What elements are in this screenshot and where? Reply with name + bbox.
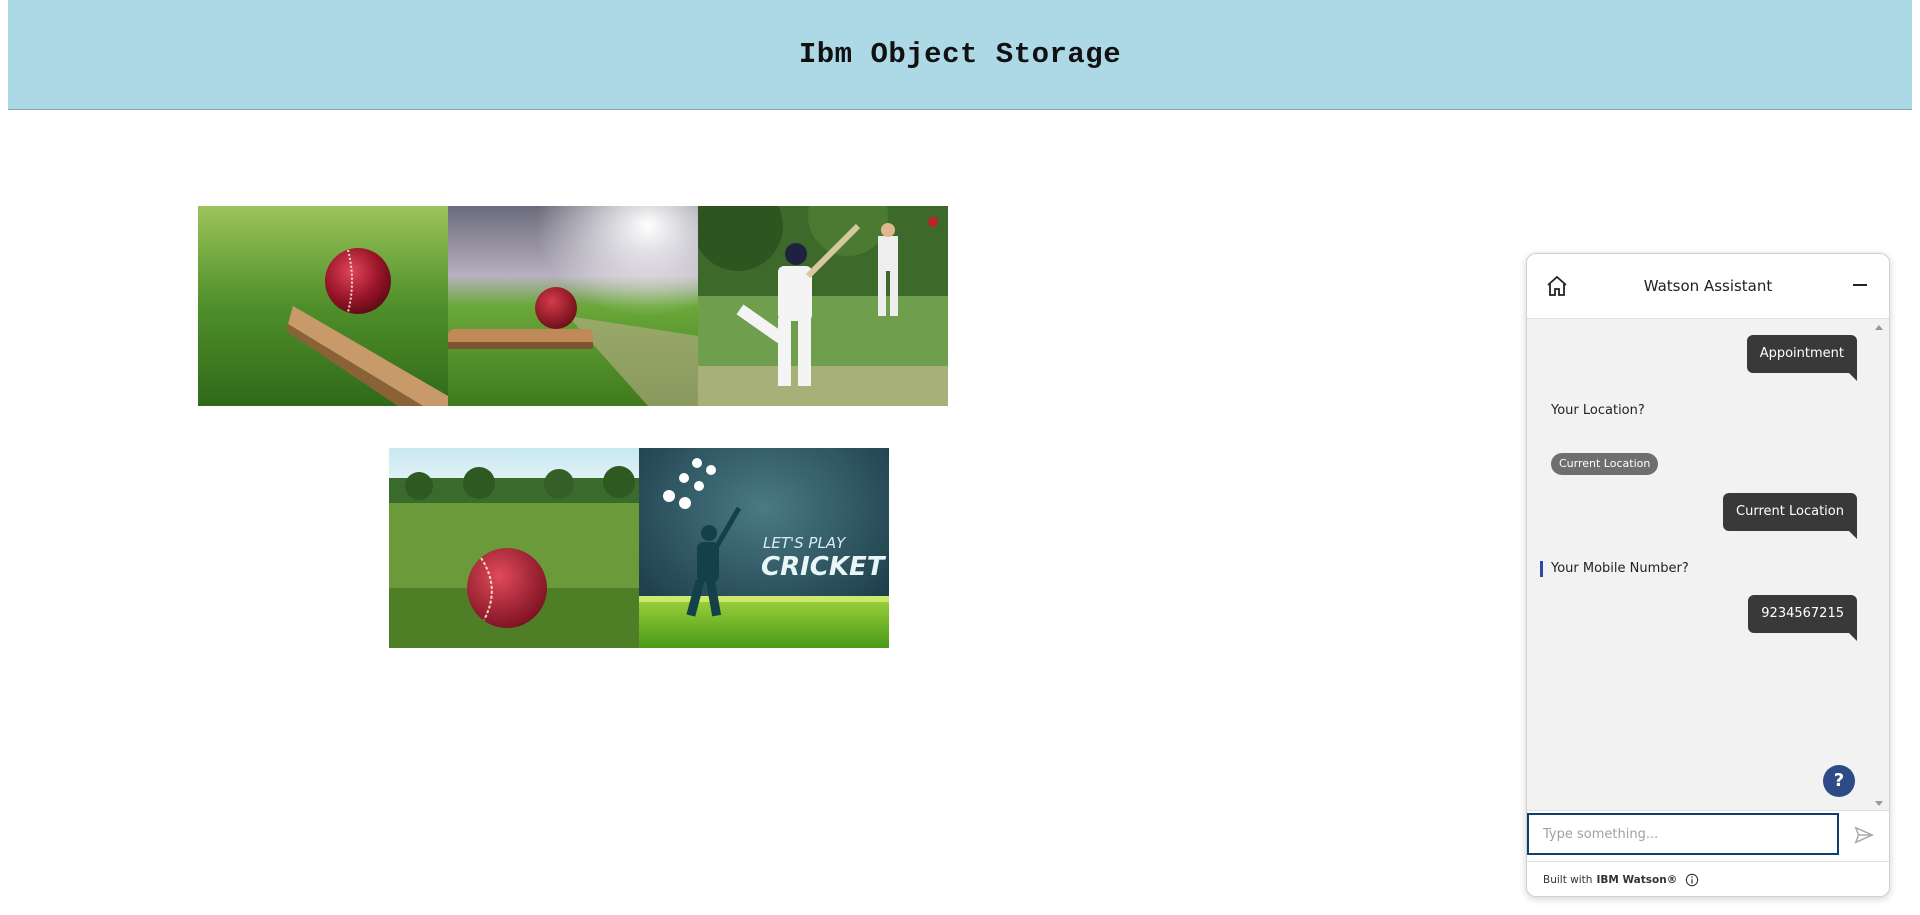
info-icon[interactable] <box>1685 873 1699 887</box>
image-cricket-batsman-playing <box>698 206 948 406</box>
chat-header: Watson Assistant <box>1527 254 1889 319</box>
chat-title: Watson Assistant <box>1643 277 1773 295</box>
chat-message-input[interactable] <box>1527 813 1839 855</box>
user-message: Current Location <box>1723 493 1857 539</box>
page-header: Ibm Object Storage <box>8 0 1912 110</box>
brand-label: IBM Watson® <box>1596 873 1678 886</box>
image-cricket-ball-on-bat-grass <box>198 206 448 406</box>
bot-message: Your Location? <box>1551 403 1645 418</box>
help-icon[interactable]: ? <box>1823 765 1855 797</box>
minimize-icon[interactable] <box>1853 284 1867 286</box>
built-with-label: Built with <box>1543 873 1593 886</box>
home-icon[interactable] <box>1545 274 1569 298</box>
image-cricket-ball-in-field <box>389 448 639 648</box>
image-cricket-ball-on-bat-stadium <box>448 206 698 406</box>
image-lets-play-cricket-poster: LET'S PLAY CRICKET <box>639 448 889 648</box>
user-message: 9234567215 <box>1748 595 1857 641</box>
page: Ibm Object Storage LET'S PLAY CRICKET Wa… <box>0 0 1920 915</box>
option-button-current-location[interactable]: Current Location <box>1551 453 1659 475</box>
user-message: Appointment <box>1746 335 1858 381</box>
focus-indicator <box>1540 561 1543 577</box>
watson-assistant-widget: Watson Assistant Appointment Your Locati… <box>1526 253 1890 897</box>
page-title: Ibm Object Storage <box>798 38 1122 71</box>
poster-title-line2: CRICKET <box>761 552 887 582</box>
bot-message: Your Mobile Number? <box>1551 561 1689 576</box>
poster-title-line1: LET'S PLAY <box>763 534 847 552</box>
chat-input-row <box>1527 810 1889 861</box>
scroll-up-arrow[interactable] <box>1875 325 1883 330</box>
scroll-down-arrow[interactable] <box>1875 801 1883 806</box>
chat-footer: Built with IBM Watson® <box>1527 861 1889 896</box>
send-icon[interactable] <box>1853 824 1875 846</box>
